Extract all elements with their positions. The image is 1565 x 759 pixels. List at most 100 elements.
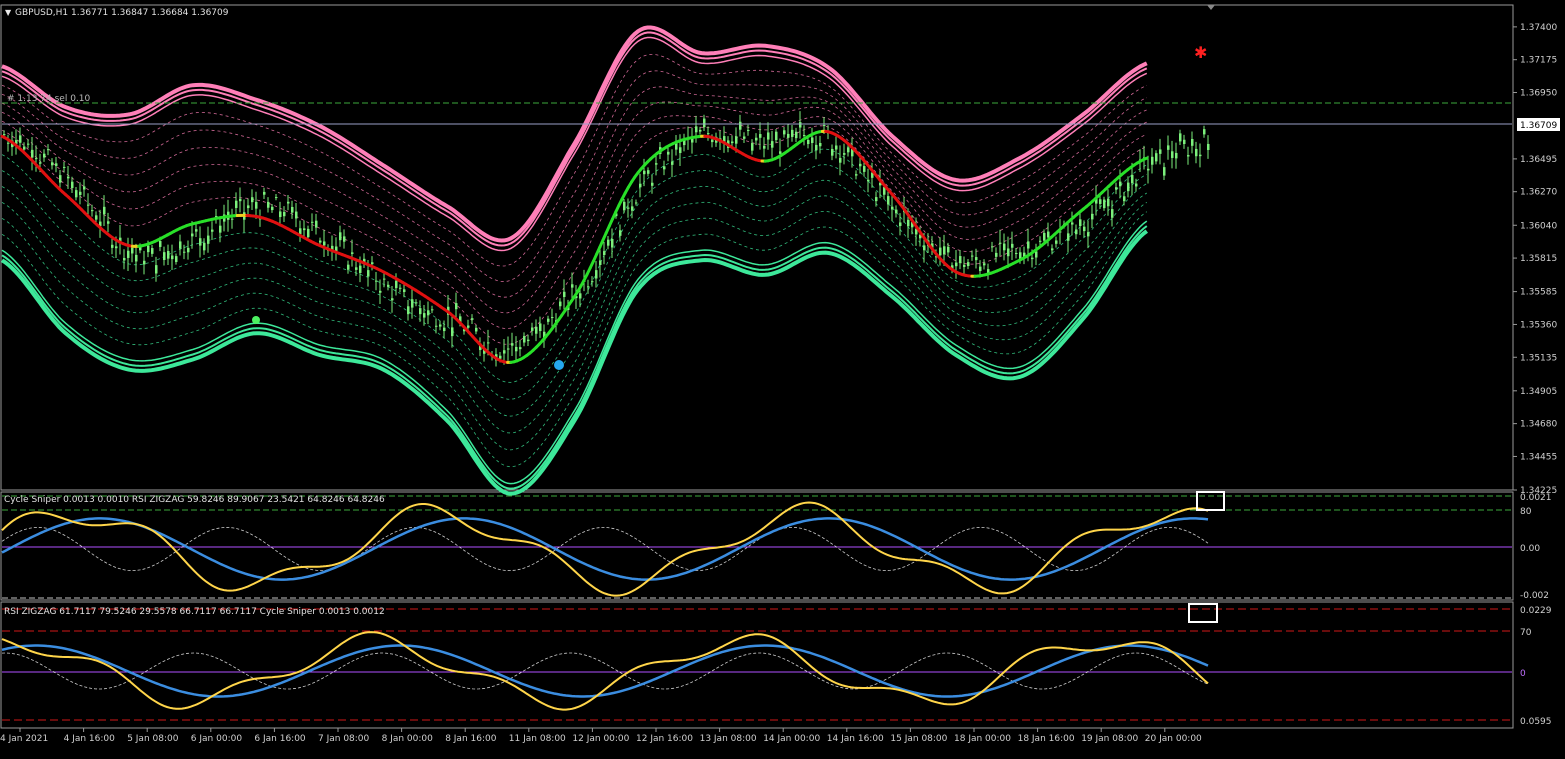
candle-body [47, 149, 50, 151]
time-tick-label: 8 Jan 16:00 [445, 734, 497, 744]
osc2-tick-70: 70 [1520, 628, 1532, 638]
candle-body [423, 313, 426, 318]
candle-body [183, 251, 186, 253]
candle-body [559, 301, 562, 307]
candle-body [731, 141, 734, 144]
candle-body [1199, 154, 1202, 157]
candle-body [1107, 198, 1110, 207]
trend-midline [0, 129, 1149, 364]
candle-body [527, 339, 530, 342]
candle-body [1099, 199, 1102, 204]
candle-body [1035, 251, 1038, 258]
scroll-marker-icon[interactable] [1207, 5, 1215, 10]
candle-body [435, 325, 438, 327]
candle-body [1195, 148, 1198, 157]
candle-body [307, 228, 310, 238]
candle-body [383, 278, 386, 280]
candle-body [779, 151, 782, 154]
candle-body [411, 299, 414, 308]
candle-body [71, 181, 74, 189]
candle-body [315, 220, 318, 228]
candle-body [591, 281, 594, 283]
candle-body [587, 286, 590, 288]
price-tick-label: 1.36950 [1520, 89, 1557, 99]
candle-body [523, 336, 526, 343]
candle-body [1179, 133, 1182, 142]
candle-body [295, 211, 298, 219]
time-tick-label: 20 Jan 00:00 [1145, 734, 1202, 744]
candle-body [7, 142, 10, 144]
oscillator-1-frame [0, 491, 1514, 601]
candle-body [1183, 139, 1186, 145]
price-tick-label: 1.36495 [1520, 155, 1557, 165]
candle-body [771, 141, 774, 148]
time-tick-label: 6 Jan 16:00 [254, 734, 306, 744]
candle-body [291, 206, 294, 213]
candle-body [1151, 156, 1154, 165]
candle-body [43, 153, 46, 158]
candle-body [1039, 240, 1042, 242]
candle-body [171, 255, 174, 260]
candle-body [531, 327, 534, 331]
candle-body [923, 245, 926, 251]
candle-body [943, 246, 946, 255]
candle-body [875, 197, 878, 202]
candle-body [515, 346, 518, 352]
candle-body [959, 256, 962, 264]
time-tick-label: 18 Jan 16:00 [1018, 734, 1075, 744]
candle-body [511, 343, 514, 346]
candle-body [739, 121, 742, 130]
time-tick-label: 5 Jan 08:00 [127, 734, 179, 744]
candle-body [547, 318, 550, 322]
candle-body [695, 126, 698, 133]
candle-body [123, 257, 126, 261]
oscillator-1-title: Cycle Sniper 0.0013 0.0010 RSI ZIGZAG 59… [4, 495, 385, 505]
osc-yellow-line [1, 501, 1209, 597]
candle-body [631, 206, 634, 211]
candle-body [1119, 181, 1122, 187]
candle-body [767, 132, 770, 140]
upper-band-line [1, 31, 1148, 247]
candle-body [115, 246, 118, 249]
candle-body [867, 179, 870, 182]
upper-dashed-level [1, 54, 1147, 267]
time-tick-label: 14 Jan 16:00 [827, 734, 884, 744]
candle-body [763, 145, 766, 149]
candle-body [471, 318, 474, 320]
candle-body [1123, 196, 1126, 202]
candle-body [1115, 187, 1118, 190]
time-axis: 4 Jan 2021 4 Jan 16:00 5 Jan 08:00 6 Jan 00… [0, 728, 1202, 744]
price-tick-label: 1.35585 [1520, 288, 1557, 298]
candle-body [795, 131, 798, 139]
osc2-tick-zero: 0 [1520, 669, 1526, 679]
osc1-highlight-box[interactable] [1196, 491, 1225, 511]
candle-body [339, 232, 342, 241]
candle-body [279, 211, 282, 217]
candle-body [35, 158, 38, 160]
candle-body [267, 201, 270, 208]
candle-body [1043, 232, 1046, 241]
candle-body [255, 201, 258, 209]
price-tick-label: 1.37175 [1520, 56, 1557, 66]
candle-body [807, 139, 810, 145]
trading-chart[interactable]: 1.37400 1.37175 1.36950 1.36495 1.36270 1.360… [0, 0, 1565, 759]
time-tick-label: 12 Jan 00:00 [572, 734, 629, 744]
candle-body [179, 241, 182, 249]
lower-dashed-level [1, 211, 1148, 468]
osc2-highlight-box[interactable] [1188, 603, 1218, 623]
candle-body [1159, 149, 1162, 154]
price-tick-label: 1.35815 [1520, 254, 1557, 264]
oscillator-1 [1, 495, 1512, 599]
price-tick-label: 1.35135 [1520, 353, 1557, 363]
candle-body [655, 163, 658, 165]
candle-body [863, 166, 866, 172]
sell-signal-star: ✱ [1194, 43, 1207, 62]
candle-body [55, 163, 58, 166]
candle-body [759, 134, 762, 138]
oscillator-2-frame [0, 601, 1514, 729]
candle-body [755, 137, 758, 141]
candle-body [703, 118, 706, 128]
candle-body [1007, 248, 1010, 257]
candle-body [835, 145, 838, 150]
dropdown-triangle-icon[interactable]: ▼ [5, 8, 12, 17]
